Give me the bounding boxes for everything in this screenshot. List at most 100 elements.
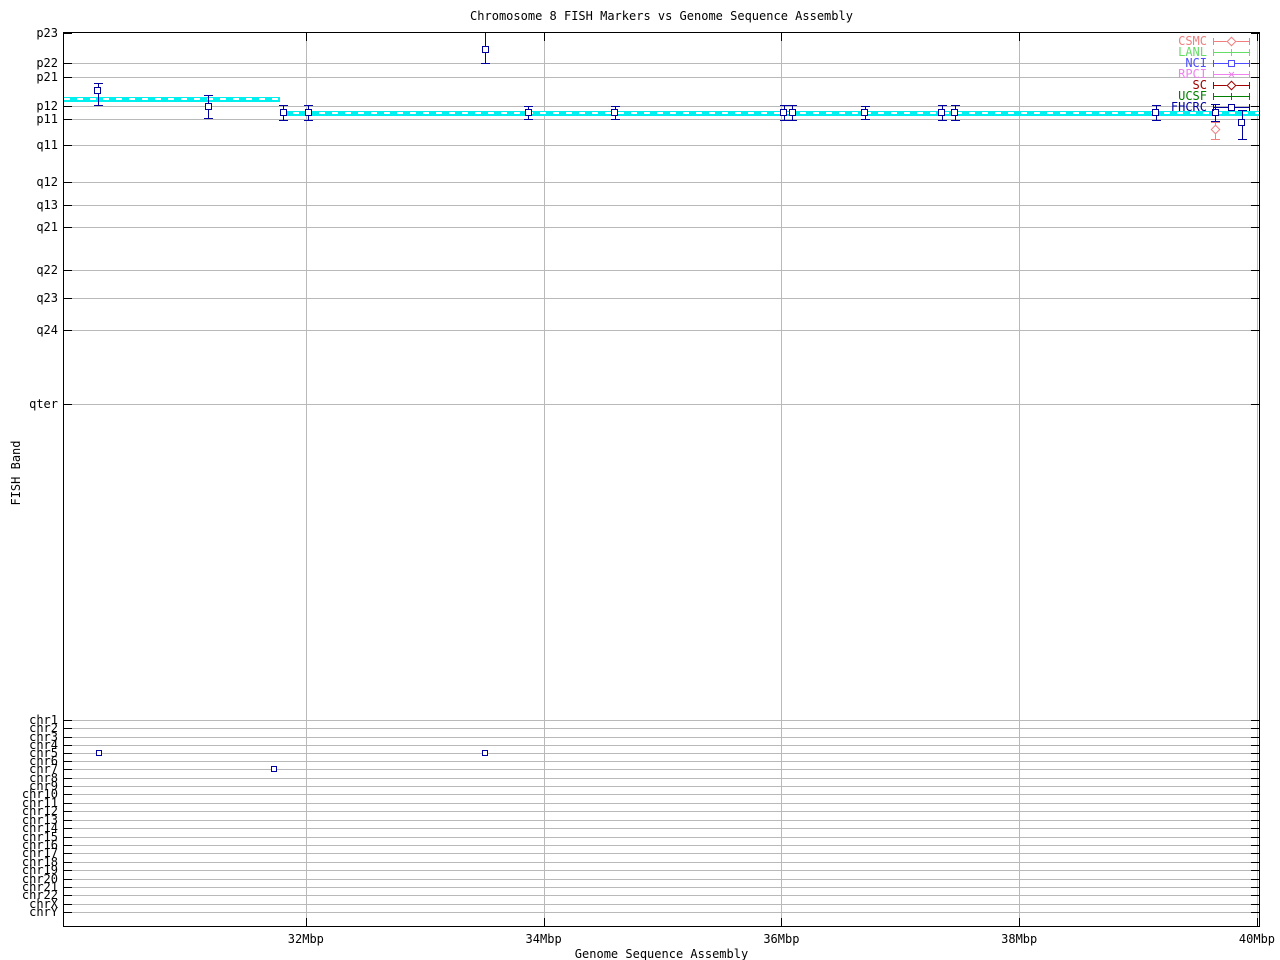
- legend-sample-cap: [1213, 82, 1214, 89]
- y-tick-mark: [64, 802, 72, 804]
- error-bar-cap: [788, 105, 798, 106]
- data-point-marker: [780, 108, 788, 116]
- y-tick-mark-right: [1251, 270, 1259, 271]
- data-point-marker: [204, 102, 212, 110]
- y-tick-label: p12: [36, 99, 58, 113]
- legend-marker: [1231, 49, 1232, 56]
- h-gridline: [64, 794, 1259, 796]
- h-gridline: [64, 736, 1259, 738]
- x-tick-label: 40Mbp: [1238, 932, 1276, 946]
- error-bar-cap: [1211, 139, 1221, 140]
- x-tick-mark-bottom: [781, 918, 783, 926]
- y-tick-mark-right: [1251, 836, 1259, 838]
- error-bar-cap: [481, 32, 491, 33]
- y-tick-mark: [64, 811, 72, 813]
- y-tick-mark: [64, 861, 72, 863]
- h-gridline: [64, 895, 1259, 897]
- data-point-marker: [611, 108, 619, 116]
- error-bar-cap: [860, 119, 870, 120]
- error-bar-cap: [204, 95, 214, 96]
- y-tick-mark: [64, 853, 72, 855]
- h-gridline: [64, 786, 1259, 787]
- error-bar-cap: [950, 105, 960, 106]
- x-axis-label: Genome Sequence Assembly: [574, 947, 749, 960]
- y-tick-mark: [64, 77, 72, 78]
- h-gridline: [64, 182, 1259, 183]
- y-tick-mark-right: [1251, 182, 1259, 183]
- x-tick-mark-top: [1019, 33, 1021, 41]
- data-point-marker: [1238, 118, 1246, 126]
- error-bar-cap: [610, 106, 620, 107]
- y-tick-label: qter: [29, 397, 58, 411]
- y-axis-label: FISH Band: [9, 440, 23, 506]
- data-point-marker: [1210, 124, 1221, 134]
- y-tick-label: q24: [36, 323, 58, 337]
- x-tick-label: 38Mbp: [1001, 932, 1038, 946]
- y-tick-mark-right: [1251, 786, 1259, 787]
- x-tick-mark-bottom: [543, 918, 545, 926]
- h-gridline: [64, 769, 1259, 771]
- y-tick-mark-right: [1251, 802, 1259, 804]
- h-gridline: [64, 720, 1259, 721]
- legend-sample-cap: [1213, 104, 1214, 111]
- y-tick-mark: [64, 728, 72, 730]
- y-tick-mark-right: [1251, 761, 1259, 763]
- v-gridline: [1256, 33, 1258, 926]
- y-tick-mark-right: [1251, 777, 1259, 779]
- y-tick-mark-right: [1251, 861, 1259, 863]
- y-tick-mark-right: [1251, 227, 1259, 228]
- x-tick-mark-bottom: [1019, 918, 1021, 926]
- fish-band-line: [64, 97, 280, 102]
- x-tick-label: 34Mbp: [525, 932, 562, 946]
- y-tick-mark: [64, 828, 72, 830]
- y-tick-mark-right: [1251, 878, 1259, 880]
- h-gridline: [64, 836, 1259, 838]
- y-tick-mark: [64, 270, 72, 271]
- error-bar-cap: [1237, 139, 1247, 140]
- h-gridline: [64, 903, 1259, 905]
- chart-title: Chromosome 8 FISH Markers vs Genome Sequ…: [470, 9, 853, 23]
- x-tick-mark-bottom: [305, 918, 307, 926]
- h-gridline: [64, 106, 1259, 107]
- h-gridline: [64, 878, 1259, 880]
- y-tick-mark: [64, 205, 72, 206]
- y-tick-label: q22: [36, 263, 58, 277]
- error-bar-cap: [524, 119, 534, 120]
- y-tick-mark-right: [1251, 753, 1259, 754]
- y-tick-label: p23: [36, 26, 58, 40]
- y-tick-mark: [64, 404, 72, 405]
- y-tick-mark: [64, 878, 72, 880]
- y-tick-mark-right: [1251, 745, 1259, 747]
- y-tick-mark: [64, 63, 72, 64]
- legend-sample-cap: [1213, 38, 1214, 45]
- error-bar-cap: [1211, 122, 1221, 123]
- x-tick-mark-top: [781, 33, 783, 41]
- data-point-marker: [95, 750, 102, 756]
- y-tick-mark: [64, 745, 72, 747]
- data-point-marker: [481, 45, 489, 53]
- error-bar-cap: [204, 118, 214, 119]
- v-gridline: [1019, 33, 1021, 926]
- h-gridline: [64, 819, 1259, 821]
- x-tick-label: 32Mbp: [287, 932, 324, 946]
- y-tick-mark-right: [1251, 63, 1259, 64]
- h-gridline: [64, 404, 1259, 405]
- legend-sample-cap: [1249, 71, 1250, 78]
- h-gridline: [64, 270, 1259, 271]
- y-tick-mark-right: [1251, 794, 1259, 796]
- h-gridline: [64, 828, 1259, 830]
- y-tick-mark-right: [1251, 844, 1259, 846]
- h-gridline: [64, 63, 1259, 64]
- v-gridline: [781, 33, 783, 926]
- y-tick-mark: [64, 819, 72, 821]
- error-bar-cap: [304, 120, 314, 121]
- error-bar-cap: [950, 120, 960, 121]
- error-bar-cap: [1237, 110, 1247, 111]
- data-point-marker: [94, 86, 102, 94]
- y-tick-mark: [64, 119, 72, 120]
- h-gridline: [64, 205, 1259, 206]
- legend-sample-cap: [1213, 71, 1214, 78]
- h-gridline: [64, 119, 1259, 120]
- error-bar-cap: [788, 120, 798, 121]
- v-gridline: [543, 33, 545, 926]
